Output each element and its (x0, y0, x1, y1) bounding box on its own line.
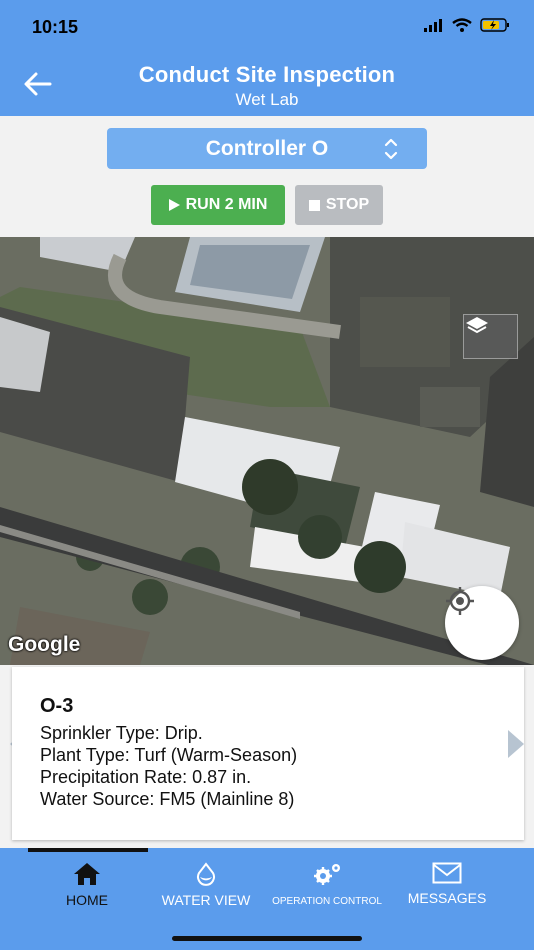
signal-icon (424, 19, 442, 32)
run-button[interactable]: RUN 2 MIN (151, 185, 285, 225)
controller-select[interactable]: Controller O (107, 128, 427, 169)
satellite-map[interactable]: Google (0, 237, 534, 665)
next-zone-icon[interactable] (508, 730, 524, 758)
nav-messages-label: MESSAGES (407, 890, 487, 906)
status-icons (424, 18, 510, 32)
nav-operation-control[interactable]: OPERATION CONTROL (264, 862, 390, 907)
controller-select-label: Controller O (205, 136, 329, 160)
nav-home-label: HOME (66, 892, 108, 908)
bottom-nav: HOME WATER VIEW OPERATION CONTROL MESSAG… (0, 848, 534, 950)
layers-icon (466, 317, 488, 334)
zone-info-area: O-3 Sprinkler Type: Drip. Plant Type: Tu… (0, 665, 534, 848)
chevron-up-down-icon (384, 138, 398, 160)
active-tab-indicator (28, 848, 148, 852)
home-icon (74, 863, 100, 885)
nav-home[interactable]: HOME (52, 862, 122, 908)
nav-operation-control-label: OPERATION CONTROL (272, 896, 382, 907)
wifi-icon (452, 18, 472, 32)
home-indicator (172, 936, 362, 941)
water-source: Water Source: FM5 (Mainline 8) (40, 789, 295, 809)
nav-water-view[interactable]: WATER VIEW (150, 862, 262, 908)
google-attribution: Google (8, 633, 81, 656)
page-subtitle: Wet Lab (235, 90, 299, 109)
gears-icon (314, 864, 340, 885)
sprinkler-type: Sprinkler Type: Drip. (40, 723, 203, 743)
status-bar: 10:15 (0, 0, 534, 54)
play-icon (168, 199, 180, 211)
my-location-button[interactable] (445, 586, 519, 660)
envelope-icon (432, 862, 462, 884)
zone-info-card: O-3 Sprinkler Type: Drip. Plant Type: Tu… (12, 667, 524, 840)
stop-icon (308, 199, 320, 211)
plant-type: Plant Type: Turf (Warm-Season) (40, 745, 298, 765)
water-drop-icon (197, 862, 215, 886)
battery-icon (480, 18, 509, 32)
header-title-group: Conduct Site Inspection Wet Lab (0, 62, 534, 110)
page-title: Conduct Site Inspection (138, 62, 396, 87)
map-layers-button[interactable] (463, 314, 518, 359)
status-time: 10:15 (32, 17, 79, 37)
nav-water-view-label: WATER VIEW (161, 892, 251, 908)
stop-button-label: STOP (325, 196, 370, 213)
stop-button[interactable]: STOP (295, 185, 383, 225)
crosshair-icon (446, 587, 474, 615)
precipitation-rate: Precipitation Rate: 0.87 in. (40, 767, 252, 787)
app-header: 10:15 Conduct Site Inspection Wet Lab (0, 0, 534, 116)
nav-messages[interactable]: MESSAGES (400, 862, 494, 906)
run-button-label: RUN 2 MIN (185, 196, 268, 213)
zone-name: O-3 (40, 695, 74, 717)
